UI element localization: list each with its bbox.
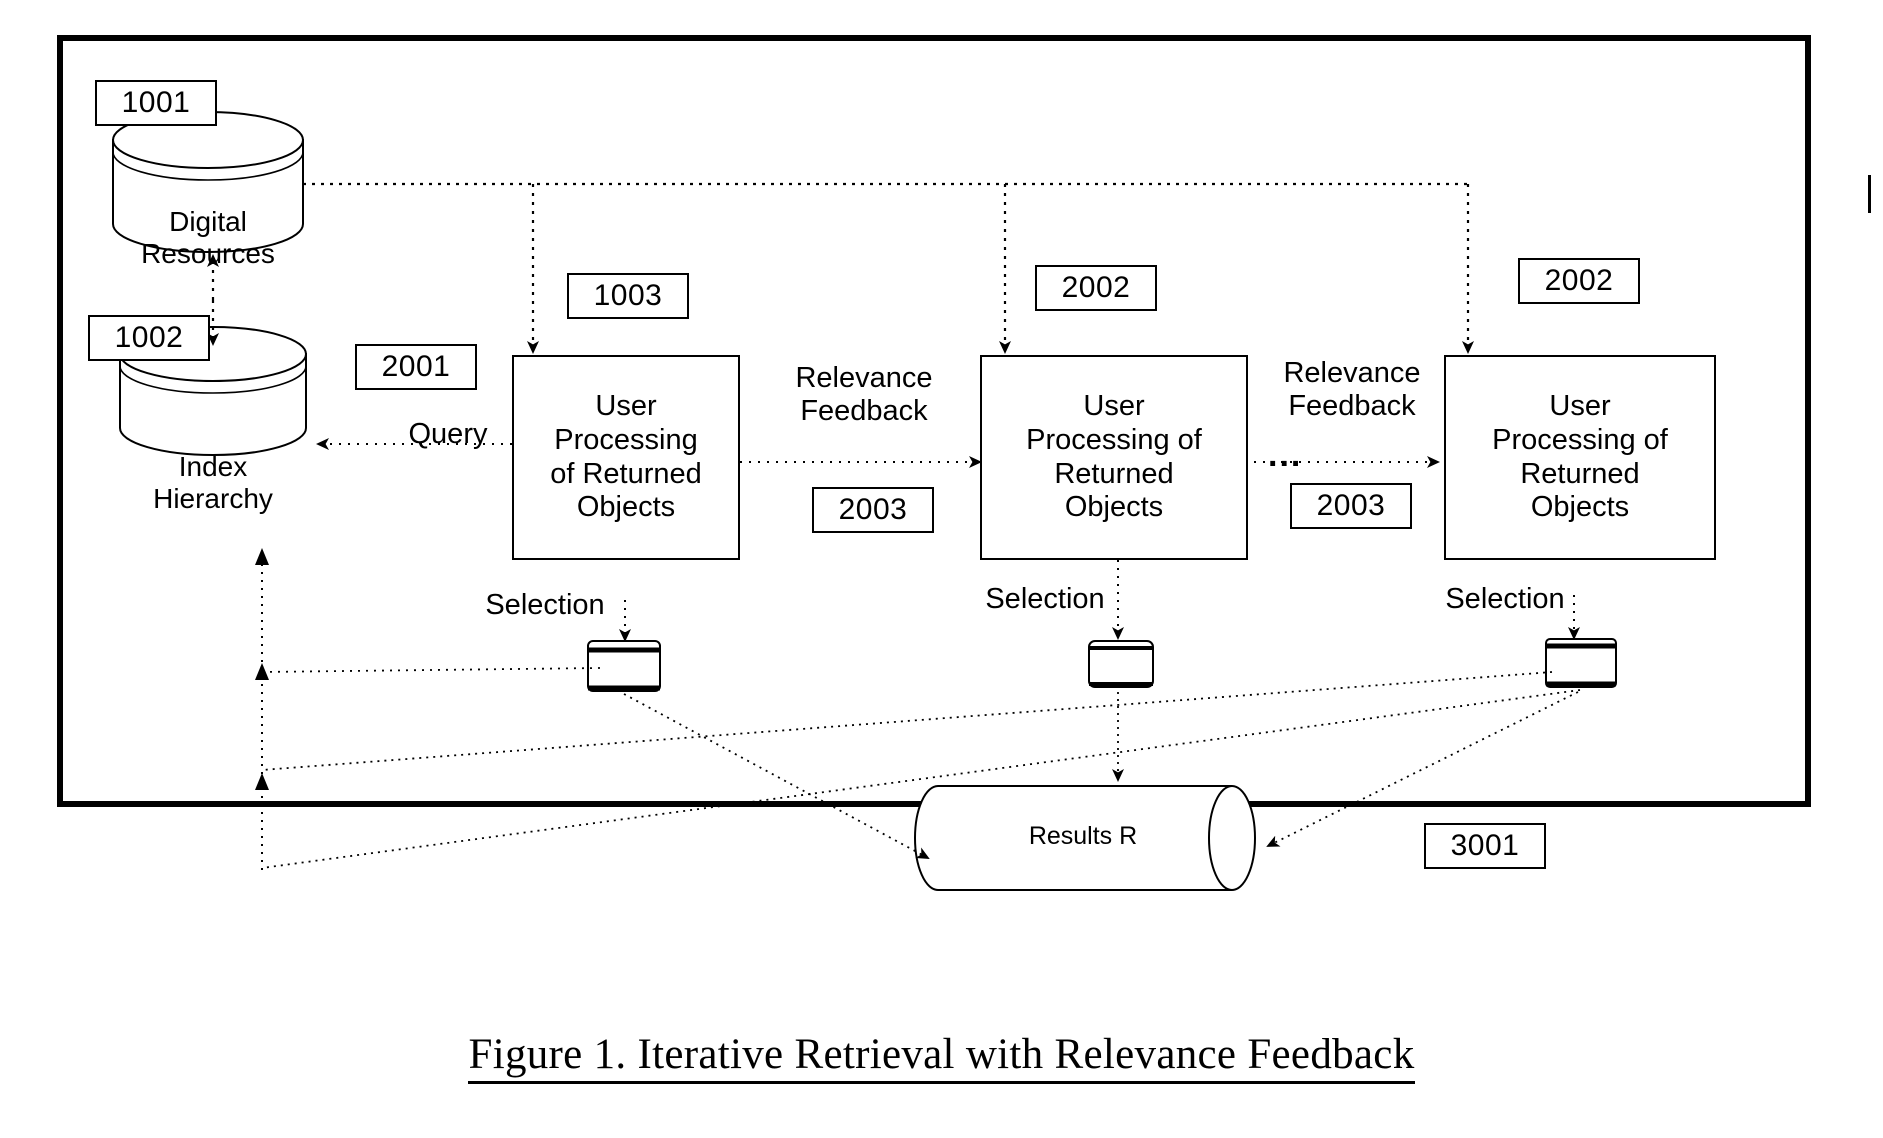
index-hierarchy-label: Index Hierarchy [153, 451, 273, 514]
ref-tag-2002-a: 2002 [1035, 265, 1157, 311]
ref-tag-1002: 1002 [88, 315, 210, 361]
selection-label-2: Selection [985, 583, 1105, 615]
figure-page: 1001 1002 2001 1003 2002 2002 2003 2003 … [0, 0, 1883, 1138]
results-label: Results R [1028, 822, 1138, 850]
process-box-2[interactable]: User Processing of Returned Objects [980, 355, 1248, 560]
ref-tag-2001: 2001 [355, 344, 477, 390]
relevance-feedback-label-1: Relevance Feedback [795, 362, 933, 428]
ref-tag-3001: 3001 [1424, 823, 1546, 869]
ref-tag-2003-b: 2003 [1290, 483, 1412, 529]
query-label: Query [408, 418, 488, 450]
relevance-feedback-label-2: Relevance Feedback [1283, 357, 1421, 423]
figure-caption: Figure 1. Iterative Retrieval with Relev… [0, 1030, 1883, 1084]
figure-caption-text: Figure 1. Iterative Retrieval with Relev… [468, 1031, 1415, 1084]
ellipsis-label: ... [1268, 436, 1303, 474]
selection-label-1: Selection [485, 589, 605, 621]
selection-label-3: Selection [1445, 583, 1565, 615]
process-box-1[interactable]: User Processing of Returned Objects [512, 355, 740, 560]
ref-tag-1003: 1003 [567, 273, 689, 319]
ref-tag-2003-a: 2003 [812, 487, 934, 533]
ref-tag-1001: 1001 [95, 80, 217, 126]
digital-resources-label: Digital Resources [141, 206, 275, 269]
process-box-3[interactable]: User Processing of Returned Objects [1444, 355, 1716, 560]
ref-tag-2002-b: 2002 [1518, 258, 1640, 304]
page-margin-tick [1868, 175, 1871, 213]
